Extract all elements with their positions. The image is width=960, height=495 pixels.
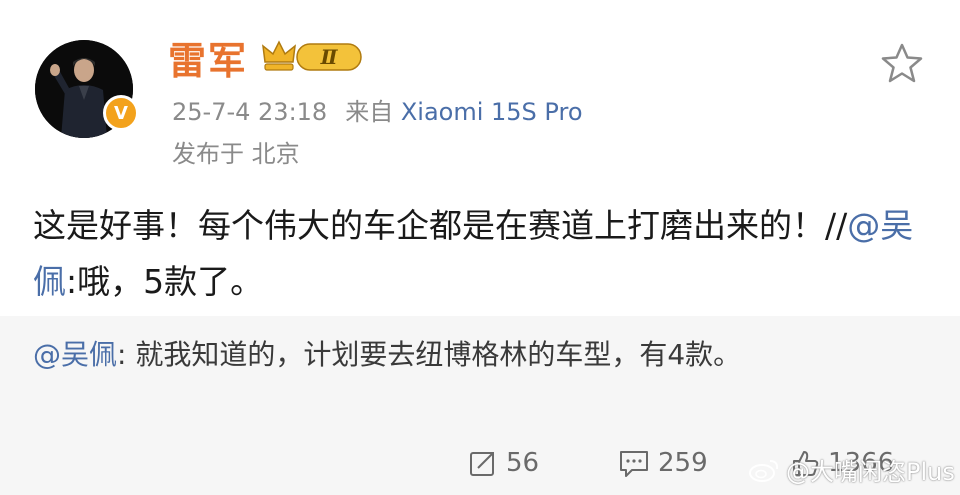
post-content: 这是好事！每个伟大的车企都是在赛道上打磨出来的！//@吴佩:哦，5款了。 [33,198,933,310]
repost-count: 56 [506,448,540,478]
post-meta: 25-7-4 23:18 来自 Xiaomi 15S Pro [172,92,583,127]
rank-badge-icon: Ⅱ [262,40,362,71]
weibo-watermark: @大嘴闲恣Plus [748,452,955,487]
repost-text: @吴佩: 就我知道的，计划要去纽博格林的车型，有4款。 [33,332,913,377]
repost-body: : 就我知道的，计划要去纽博格林的车型，有4款。 [117,338,742,371]
comment-icon [620,451,648,477]
repost-mention-link[interactable]: @吴佩 [33,338,117,371]
username[interactable]: 雷军 [168,30,248,85]
content-main: 这是好事！每个伟大的车企都是在赛道上打磨出来的！// [33,206,848,245]
timestamp: 25-7-4 23:18 [172,98,328,126]
content-tail: :哦，5款了。 [66,262,264,301]
post-location: 发布于 北京 [172,140,300,168]
favorite-star-icon[interactable] [880,42,924,84]
source-device-link[interactable]: Xiaomi 15S Pro [401,98,583,126]
source-prefix: 来自 [345,98,394,126]
comment-button[interactable]: 259 [618,448,708,478]
comment-count: 259 [658,448,708,478]
rank-badge-label: Ⅱ [320,45,339,69]
watermark-text: @大嘴闲恣Plus [786,458,955,486]
weibo-logo-icon [749,459,779,482]
repost-icon [470,452,494,476]
repost-button[interactable]: 56 [468,448,539,478]
verified-badge: V [103,95,139,131]
